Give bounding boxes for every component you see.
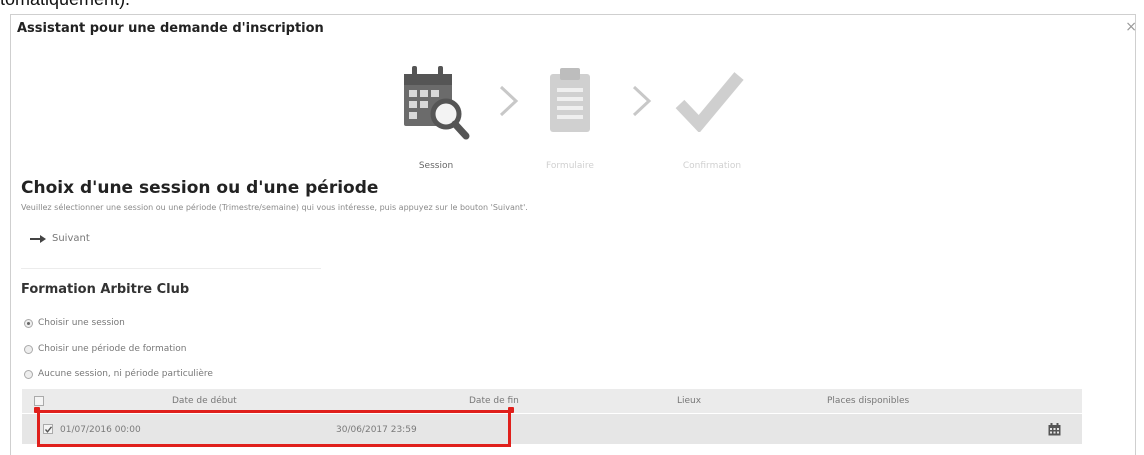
- close-icon[interactable]: ×: [1125, 19, 1137, 35]
- step-label-confirmation: Confirmation: [682, 161, 742, 171]
- highlight-annotation: [508, 407, 514, 413]
- dialog-title: Assistant pour une demande d'inscription: [17, 21, 324, 36]
- divider: [21, 268, 321, 269]
- wizard-steps: Session Formulaire Confirmation: [385, 58, 765, 171]
- calendar-search-icon: [404, 66, 470, 140]
- column-header-available[interactable]: Places disponibles: [827, 396, 909, 406]
- cell-end-date: 30/06/2017 23:59: [336, 425, 417, 435]
- select-all-checkbox[interactable]: [34, 396, 44, 406]
- checkmark-icon: [44, 426, 53, 433]
- instructions-text: Veuillez sélectionner une session ou une…: [21, 203, 528, 212]
- table-row[interactable]: 01/07/2016 00:00 30/06/2017 23:59: [22, 414, 1082, 444]
- next-button-label: Suivant: [52, 233, 90, 244]
- step-label-formulaire: Formulaire: [546, 161, 594, 171]
- radio-label: Aucune session, ni période particulière: [38, 369, 213, 379]
- radio-button[interactable]: [24, 318, 33, 328]
- radio-choose-period[interactable]: Choisir une période de formation: [24, 344, 186, 354]
- calendar-icon[interactable]: [1048, 423, 1061, 436]
- arrow-right-icon: [30, 234, 46, 243]
- chevron-right-icon: [632, 85, 652, 117]
- next-button[interactable]: Suivant: [30, 233, 90, 244]
- highlight-annotation: [34, 407, 40, 413]
- sessions-table-header: Date de début Date de fin Lieux Places d…: [22, 389, 1082, 413]
- radio-no-session[interactable]: Aucune session, ni période particulière: [24, 369, 213, 379]
- column-header-place[interactable]: Lieux: [677, 396, 701, 406]
- radio-button[interactable]: [24, 369, 33, 379]
- section-title: Choix d'une session ou d'une période: [21, 178, 379, 198]
- step-label-session: Session: [418, 161, 454, 171]
- chevron-right-icon: [499, 85, 519, 117]
- column-header-end[interactable]: Date de fin: [469, 396, 519, 406]
- radio-label: Choisir une période de formation: [38, 344, 187, 354]
- checkmark-icon: [675, 72, 744, 132]
- cropped-page-text: tomatiquement).: [0, 0, 130, 10]
- radio-choose-session[interactable]: Choisir une session: [24, 318, 125, 328]
- column-header-start[interactable]: Date de début: [172, 396, 237, 406]
- cell-start-date: 01/07/2016 00:00: [60, 425, 141, 435]
- radio-button[interactable]: [24, 344, 33, 354]
- radio-label: Choisir une session: [38, 318, 125, 328]
- formation-title: Formation Arbitre Club: [21, 282, 190, 297]
- clipboard-icon: [550, 68, 590, 132]
